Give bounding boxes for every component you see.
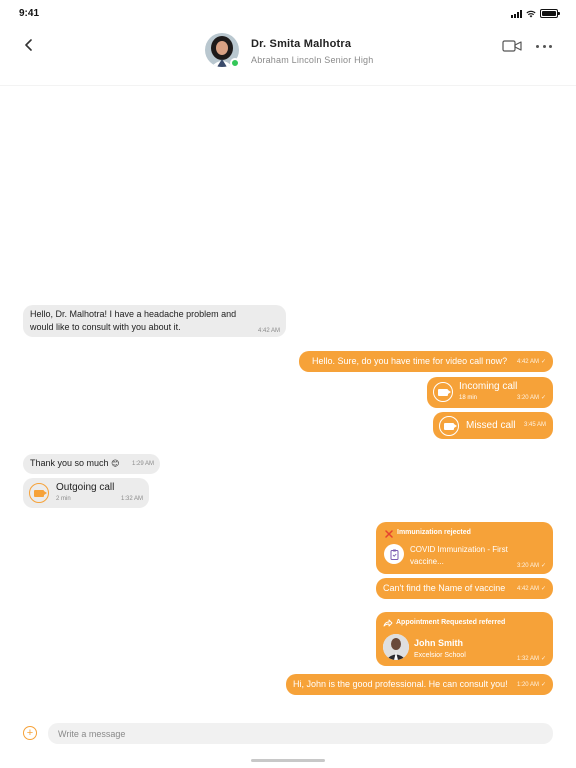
incoming-message[interactable]: Hello, Dr. Malhotra! I have a headache p… bbox=[23, 305, 286, 337]
message-text: Can't find the Name of vaccine bbox=[383, 583, 506, 593]
message-text: Hello. Sure, do you have time for video … bbox=[312, 356, 508, 366]
message-time: 3:20 AM ✓ bbox=[516, 395, 546, 401]
video-call-icon bbox=[433, 382, 453, 402]
call-duration: 18 min bbox=[459, 395, 478, 401]
person-avatar bbox=[383, 634, 409, 660]
card-title: Appointment Requested referred bbox=[396, 619, 506, 626]
contact-name: Dr. Smita Malhotra bbox=[251, 38, 352, 50]
message-time: 1:32 AM ✓ bbox=[516, 656, 546, 662]
message-time: 1:32 AM bbox=[120, 496, 143, 502]
message-composer: + bbox=[0, 710, 576, 756]
contact-school: Abraham Lincoln Senior High bbox=[251, 55, 374, 65]
smile-emoji: 😊 bbox=[111, 459, 120, 468]
message-text: Hello, Dr. Malhotra! I have a headache p… bbox=[30, 309, 237, 332]
message-time: 1:29 AM bbox=[131, 461, 154, 467]
card-body: COVID Immunization - First vaccine... bbox=[410, 545, 508, 566]
status-icons bbox=[511, 9, 560, 18]
call-duration: 2 min bbox=[56, 496, 71, 502]
person-school: Excelsior School bbox=[414, 652, 466, 659]
wifi-icon bbox=[526, 10, 536, 17]
status-bar: 9:41 bbox=[0, 0, 576, 26]
chat-header: Dr. Smita Malhotra Abraham Lincoln Senio… bbox=[0, 26, 576, 86]
message-input[interactable] bbox=[48, 723, 553, 744]
message-text: Hi, John is the good professional. He ca… bbox=[293, 679, 508, 689]
video-call-button[interactable] bbox=[502, 39, 522, 53]
add-attachment-button[interactable]: + bbox=[23, 726, 37, 740]
message-time: 3:20 AM ✓ bbox=[516, 563, 546, 569]
outgoing-message[interactable]: Hi, John is the good professional. He ca… bbox=[286, 674, 553, 695]
online-status-dot bbox=[230, 58, 240, 68]
card-title: Immunization rejected bbox=[397, 529, 471, 536]
status-time: 9:41 bbox=[19, 8, 40, 19]
back-button[interactable] bbox=[18, 34, 40, 56]
plus-circle-icon: + bbox=[26, 726, 34, 739]
more-dots-icon bbox=[536, 44, 539, 48]
message-time: 4:42 AM bbox=[257, 328, 280, 334]
video-camera-icon bbox=[502, 40, 522, 52]
outgoing-message[interactable]: Can't find the Name of vaccine 4:42 AM ✓ bbox=[376, 578, 553, 599]
call-title: Incoming call bbox=[459, 381, 518, 392]
message-time: 1:20 AM ✓ bbox=[516, 682, 546, 688]
video-call-icon bbox=[439, 416, 459, 436]
appointment-referred-card[interactable]: Appointment Requested referred John Smit… bbox=[376, 612, 553, 666]
missed-call-card[interactable]: Missed call 3:45 AM bbox=[433, 412, 553, 439]
outgoing-call-card[interactable]: Outgoing call 2 min 1:32 AM bbox=[23, 478, 149, 508]
more-options-button[interactable] bbox=[536, 39, 552, 53]
incoming-call-card[interactable]: Incoming call 18 min 3:20 AM ✓ bbox=[427, 377, 553, 408]
message-text: Thank you so much 😊 bbox=[30, 458, 120, 468]
clipboard-icon bbox=[384, 544, 404, 564]
message-time: 4:42 AM ✓ bbox=[516, 359, 546, 365]
message-time: 4:42 AM ✓ bbox=[516, 586, 546, 592]
outgoing-message[interactable]: Hello. Sure, do you have time for video … bbox=[299, 351, 553, 372]
incoming-message[interactable]: Thank you so much 😊 1:29 AM bbox=[23, 454, 160, 474]
call-title: Missed call bbox=[466, 420, 516, 431]
home-indicator bbox=[251, 759, 325, 762]
person-name: John Smith bbox=[414, 638, 463, 648]
back-chevron-icon bbox=[25, 39, 32, 51]
call-title: Outgoing call bbox=[56, 482, 115, 493]
message-time: 3:45 AM bbox=[523, 422, 546, 428]
avatar[interactable] bbox=[205, 33, 240, 68]
battery-icon bbox=[540, 9, 560, 18]
immunization-rejected-card[interactable]: Immunization rejected COVID Immunization… bbox=[376, 522, 553, 574]
video-call-icon bbox=[29, 483, 49, 503]
close-x-icon bbox=[385, 530, 393, 538]
forward-arrow-icon bbox=[383, 619, 393, 627]
cellular-signal-icon bbox=[511, 9, 522, 18]
